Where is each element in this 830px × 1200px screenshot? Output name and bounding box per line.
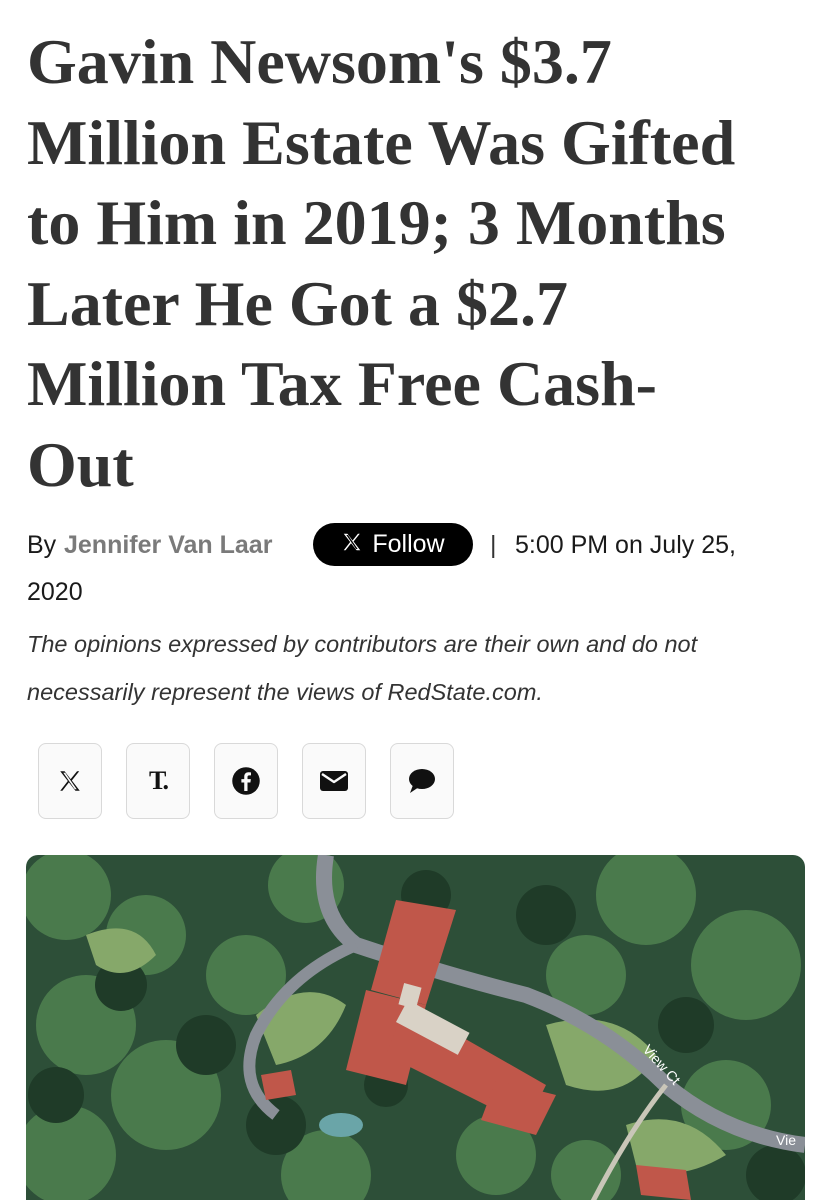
author-link[interactable]: Jennifer Van Laar [64, 531, 272, 560]
headline-line: Million Tax Free Cash- [27, 348, 657, 419]
x-icon [57, 768, 83, 794]
by-label: By [27, 531, 57, 559]
article-headline: Gavin Newsom's $3.7 Million Estate Was G… [27, 22, 807, 505]
headline-line: Gavin Newsom's $3.7 [27, 26, 612, 97]
byline-separator: | [490, 531, 497, 559]
email-share-button[interactable] [302, 743, 366, 819]
facebook-share-button[interactable] [214, 743, 278, 819]
disclaimer-line: necessarily represent the views of RedSt… [27, 679, 543, 705]
facebook-icon [231, 766, 261, 796]
follow-label: Follow [372, 530, 445, 558]
truth-social-icon: T. [149, 766, 169, 795]
disclaimer-line: The opinions expressed by contributors a… [27, 631, 698, 657]
headline-line: Million Estate Was Gifted [27, 106, 736, 178]
headline-line: Out [27, 428, 134, 500]
aerial-estate-photo: View Ct Vie [26, 855, 805, 1200]
envelope-icon [319, 769, 349, 793]
comment-bubble-icon [407, 767, 437, 795]
map-street-label: Vie [776, 1132, 796, 1148]
publish-date: 5:00 PM on July 25, [515, 531, 736, 559]
headline-line: to Him in 2019; 3 Months [27, 187, 726, 258]
article-page: Gavin Newsom's $3.7 Million Estate Was G… [0, 0, 830, 1200]
comments-button[interactable] [390, 743, 454, 819]
truth-social-share-button[interactable]: T. [126, 743, 190, 819]
article-hero-image: View Ct Vie [26, 855, 805, 1200]
byline: By Jennifer Van Laar Follow | 5:00 PM on… [27, 521, 807, 569]
x-logo-icon [341, 531, 363, 558]
publish-year: 2020 [27, 578, 83, 606]
headline-line: Later He Got a $2.7 [27, 267, 568, 339]
follow-button[interactable]: Follow [313, 523, 473, 566]
x-share-button[interactable] [38, 743, 102, 819]
contributor-disclaimer: The opinions expressed by contributors a… [27, 620, 817, 716]
share-buttons: T. [38, 743, 468, 823]
